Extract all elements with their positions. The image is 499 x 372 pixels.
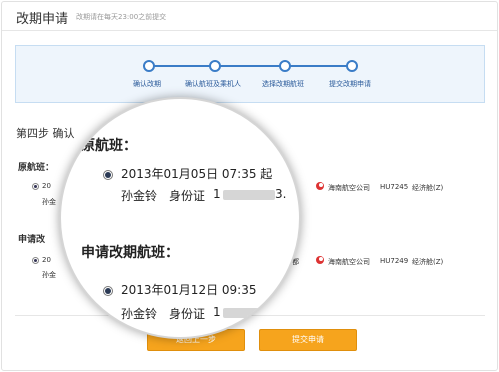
progress-line (148, 65, 354, 67)
step-dot-3 (279, 60, 291, 72)
submit-button[interactable]: 提交申请 (259, 329, 357, 351)
magnified-original-passenger: 孙金铃 (121, 189, 158, 203)
original-flight-radio[interactable] (32, 183, 39, 190)
magnified-original-flight: 2013年01月05日 07:35 起 (121, 167, 273, 181)
magnified-change-id: 1 (213, 305, 221, 319)
magnified-original-id-type: 身份证 (169, 189, 206, 203)
original-airline: 海南航空公司 (328, 184, 370, 192)
change-flight-date: 20 (42, 256, 51, 264)
step-dot-4 (346, 60, 358, 72)
panel-header: 改期申请 改期请在每天23:00之前提交 (2, 2, 497, 31)
change-flight-radio[interactable] (32, 257, 39, 264)
magnified-change-passenger: 孙金铃 (121, 307, 158, 321)
step-label-4: 提交改期申请 (329, 80, 371, 88)
progress-steps: 确认改期 确认航班及乘机人 选择改期航班 提交改期申请 (15, 45, 485, 103)
deadline-note: 改期请在每天23:00之前提交 (76, 13, 167, 21)
original-flight-label: 原航班： (18, 163, 55, 173)
original-flight-number: HU7245 (380, 183, 409, 191)
original-passenger-name: 孙金 (42, 198, 56, 206)
change-flight-number: HU7249 (380, 257, 409, 265)
magnified-original-id: 1 (213, 187, 221, 201)
magnified-original-id-end: 3. (275, 187, 287, 201)
change-request-panel: 改期申请 改期请在每天23:00之前提交 确认改期 确认航班及乘机人 选择改期航… (1, 1, 498, 371)
step-dot-2 (209, 60, 221, 72)
magnified-change-flight: 2013年01月12日 09:35 (121, 283, 257, 297)
step-dot-1 (143, 60, 155, 72)
magnified-original-radio[interactable] (103, 170, 113, 180)
magnified-change-id-type: 身份证 (169, 307, 206, 321)
change-passenger-name: 孙金 (42, 271, 56, 279)
change-airline: 海南航空公司 (328, 258, 370, 266)
original-cabin: 经济舱(Z) (412, 184, 444, 192)
id-redaction (223, 308, 275, 318)
airline-logo-icon (316, 182, 324, 190)
step-label-2: 确认航班及乘机人 (185, 80, 241, 88)
page-title: 改期申请 (16, 12, 69, 27)
id-redaction (223, 190, 275, 200)
magnifier-lens: 原航班： 2013年01月05日 07:35 起 孙金铃 身份证 1 3. 申请… (59, 97, 301, 339)
airline-logo-icon (316, 256, 324, 264)
magnified-change-title: 申请改期航班： (81, 245, 179, 261)
step-four-title: 第四步 确认 (16, 127, 75, 140)
original-flight-date: 20 (42, 182, 51, 190)
magnified-change-radio[interactable] (103, 286, 113, 296)
change-flight-label: 申请改 (18, 235, 46, 245)
change-cabin: 经济舱(Z) (412, 258, 444, 266)
magnified-original-title: 原航班： (81, 138, 137, 154)
